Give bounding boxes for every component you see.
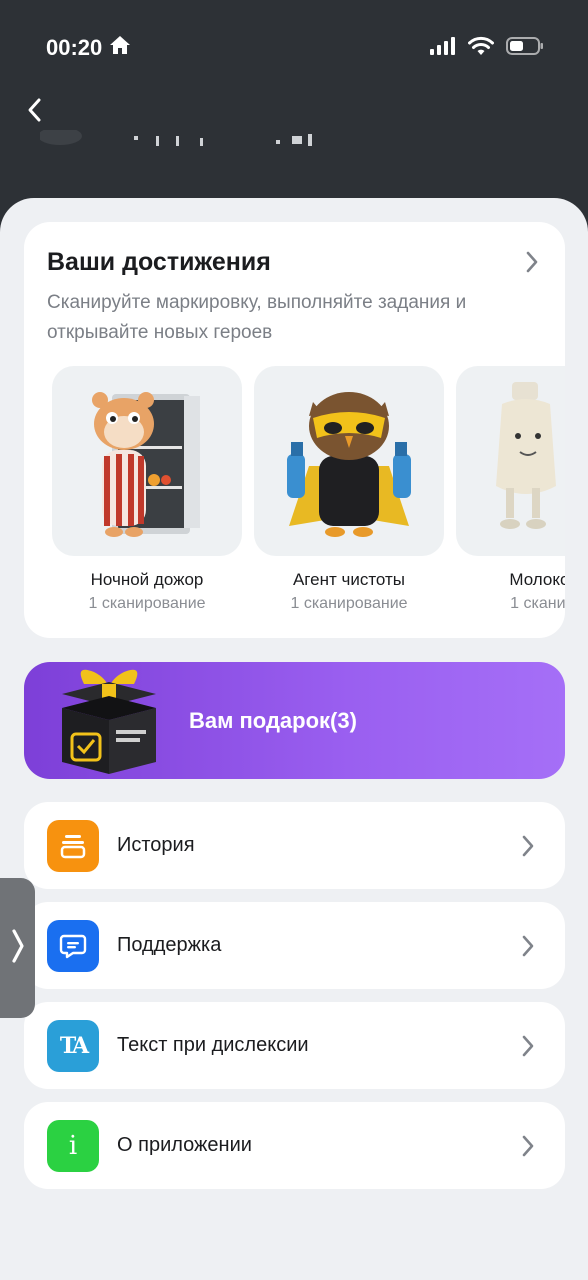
- chevron-left-icon: [26, 97, 42, 128]
- chevron-right-icon: [521, 934, 535, 963]
- chevron-right-icon[interactable]: [525, 250, 539, 279]
- side-drawer-handle[interactable]: [0, 878, 35, 1018]
- chevron-right-icon: [521, 1134, 535, 1163]
- hero-card[interactable]: Ночной дожор 1 сканирование: [52, 366, 242, 613]
- owl-agent-image: [254, 366, 444, 556]
- status-icons: [430, 36, 544, 61]
- info-icon: i: [47, 1120, 99, 1172]
- hero-count: 1 сканирование: [88, 595, 206, 612]
- hero-name: Ночной дожор: [90, 570, 204, 589]
- time-text: 00:20: [46, 35, 103, 60]
- back-button[interactable]: [16, 94, 52, 130]
- gift-box-icon: [54, 664, 164, 781]
- hero-name: Молоко уб: [509, 570, 565, 589]
- achievements-title: Ваши достижения: [47, 248, 271, 276]
- menu-item-support[interactable]: Поддержка: [24, 902, 565, 989]
- menu-item-dyslexia-text[interactable]: TA Текст при дислексии: [24, 1002, 565, 1089]
- hero-name: Агент чистоты: [292, 570, 406, 589]
- chevron-right-icon: [521, 1034, 535, 1063]
- achievements-card[interactable]: Ваши достижения Сканируйте маркировку, в…: [24, 222, 565, 638]
- hero-count: 1 сканиров: [510, 595, 565, 612]
- chat-icon: [47, 920, 99, 972]
- achievements-subtitle: Сканируйте маркировку, выполняйте задани…: [47, 292, 467, 343]
- menu-item-history[interactable]: История: [24, 802, 565, 889]
- menu-label: Текст при дислексии: [117, 1034, 309, 1056]
- menu-label: Поддержка: [117, 934, 222, 956]
- menu-item-about[interactable]: i О приложении: [24, 1102, 565, 1189]
- gift-label: Вам подарок(3): [189, 708, 357, 733]
- home-icon: [108, 34, 132, 62]
- wifi-icon: [468, 36, 494, 61]
- header-profile-partial: [40, 130, 340, 150]
- chevron-right-icon: [10, 928, 26, 969]
- menu-label: О приложении: [117, 1134, 252, 1156]
- history-icon: [47, 820, 99, 872]
- hero-count: 1 сканирование: [290, 595, 408, 612]
- menu-label: История: [117, 834, 195, 856]
- hamster-fridge-image: [52, 366, 242, 556]
- chevron-right-icon: [521, 834, 535, 863]
- top-bar: 00:20: [0, 0, 588, 200]
- gift-banner[interactable]: Вам подарок(3): [24, 662, 565, 779]
- battery-icon: [506, 36, 544, 61]
- milk-bottle-image: [456, 366, 565, 556]
- signal-icon: [430, 37, 456, 60]
- heroes-carousel[interactable]: Ночной дожор 1 сканирование Агент чистот…: [52, 366, 565, 626]
- status-time: 00:20: [46, 34, 132, 62]
- hero-card[interactable]: Молоко уб 1 сканиров: [456, 366, 565, 613]
- text-icon: TA: [47, 1020, 99, 1072]
- hero-card[interactable]: Агент чистоты 1 сканирование: [254, 366, 444, 613]
